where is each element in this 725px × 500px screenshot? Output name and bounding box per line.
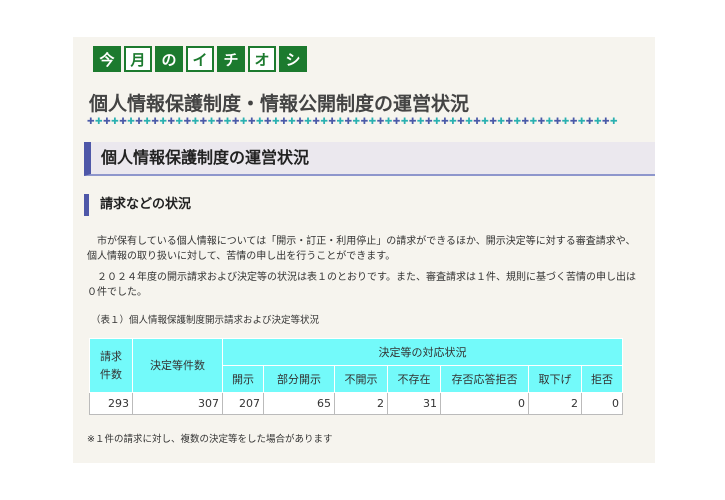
summary-paragraph: ２０２４年度の開示請求および決定等の状況は表１のとおりです。また、審査請求は１件… bbox=[87, 272, 636, 298]
cell-partial-disclosure: 65 bbox=[263, 392, 335, 415]
cell-requests: 293 bbox=[89, 392, 133, 415]
disclosure-requests-table: 請求件数 決定等件数 決定等の対応状況 開示 部分開示 不開示 不存在 存否応答… bbox=[89, 338, 623, 415]
page-title: 個人情報保護制度・情報公開制度の運営状況 bbox=[89, 93, 470, 115]
cell-disclosure: 207 bbox=[222, 392, 264, 415]
header-neither-confirm-nor-deny: 存否応答拒否 bbox=[440, 365, 529, 393]
cell-neither-confirm-nor-deny: 0 bbox=[440, 392, 529, 415]
cell-withdrawn: 2 bbox=[528, 392, 582, 415]
banner-char: オ bbox=[248, 46, 276, 72]
banner-char: イ bbox=[186, 46, 214, 72]
banner-char: シ bbox=[279, 46, 307, 72]
header-partial-disclosure: 部分開示 bbox=[263, 365, 335, 393]
banner-char: 今 bbox=[93, 46, 121, 72]
header-disclosure: 開示 bbox=[222, 365, 264, 393]
kongetsu-no-ichioshi-banner: 今 月 の イ チ オ シ bbox=[93, 46, 307, 72]
section-heading: 個人情報保護制度の運営状況 bbox=[84, 142, 655, 176]
cell-refused: 0 bbox=[581, 392, 623, 415]
banner-char: 月 bbox=[124, 46, 152, 72]
subsection-heading: 請求などの状況 bbox=[84, 194, 191, 216]
header-non-disclosure: 不開示 bbox=[334, 365, 388, 393]
table-footnote: ※１件の請求に対し、複数の決定等をした場合があります bbox=[87, 434, 333, 445]
content-panel: 今 月 の イ チ オ シ 個人情報保護制度・情報公開制度の運営状況 ✚✚✚✚✚… bbox=[73, 37, 655, 463]
banner-char: の bbox=[155, 46, 183, 72]
header-response-status: 決定等の対応状況 bbox=[222, 338, 623, 366]
header-refused: 拒否 bbox=[581, 365, 623, 393]
header-withdrawn: 取下げ bbox=[528, 365, 582, 393]
header-non-existence: 不存在 bbox=[387, 365, 441, 393]
header-decisions: 決定等件数 bbox=[132, 338, 223, 393]
table-row: 293 307 207 65 2 31 0 2 0 bbox=[89, 392, 623, 415]
cell-decisions: 307 bbox=[132, 392, 223, 415]
table-caption: （表１）個人情報保護制度開示請求および決定等状況 bbox=[91, 315, 320, 326]
header-requests: 請求件数 bbox=[89, 338, 133, 393]
intro-paragraph: 市が保有している個人情報については「開示・訂正・利用停止」の請求ができるほか、開… bbox=[87, 236, 636, 262]
banner-char: チ bbox=[217, 46, 245, 72]
decorative-divider: ✚✚✚✚✚✚✚✚✚✚✚✚✚✚✚✚✚✚✚✚✚✚✚✚✚✚✚✚✚✚✚✚✚✚✚✚✚✚✚✚… bbox=[87, 117, 619, 127]
cell-non-existence: 31 bbox=[387, 392, 441, 415]
cell-non-disclosure: 2 bbox=[334, 392, 388, 415]
